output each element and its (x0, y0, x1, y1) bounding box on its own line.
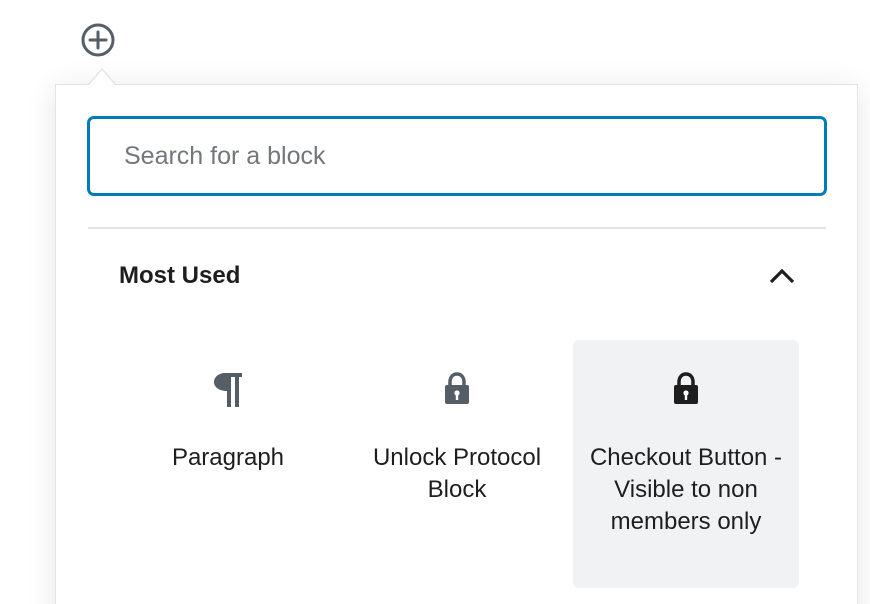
lock-icon (663, 366, 709, 412)
block-list: Paragraph Unlock Protocol Block Checkout… (56, 340, 859, 590)
block-search-input[interactable] (88, 117, 826, 195)
block-label: Checkout Button - Visible to non members… (589, 444, 783, 535)
chevron-up-icon (768, 266, 796, 286)
inserter-popover: Most Used Paragraph (55, 84, 858, 604)
lock-icon (434, 366, 480, 412)
block-item-checkout-button[interactable]: Checkout Button - Visible to non members… (573, 340, 799, 588)
add-block-button[interactable] (80, 22, 116, 58)
most-used-panel-toggle[interactable]: Most Used (88, 245, 826, 307)
search-wrapper (88, 117, 826, 195)
block-label: Unlock Protocol Block (372, 444, 542, 503)
block-inserter: Most Used Paragraph (0, 0, 870, 604)
block-item-paragraph[interactable]: Paragraph (115, 340, 341, 588)
block-label: Paragraph (171, 444, 285, 471)
block-item-unlock-protocol[interactable]: Unlock Protocol Block (344, 340, 570, 588)
popover-arrow (88, 68, 116, 85)
panel-title: Most Used (119, 262, 241, 289)
plus-circle-icon (81, 23, 115, 57)
paragraph-icon (205, 366, 251, 412)
divider (88, 227, 826, 229)
